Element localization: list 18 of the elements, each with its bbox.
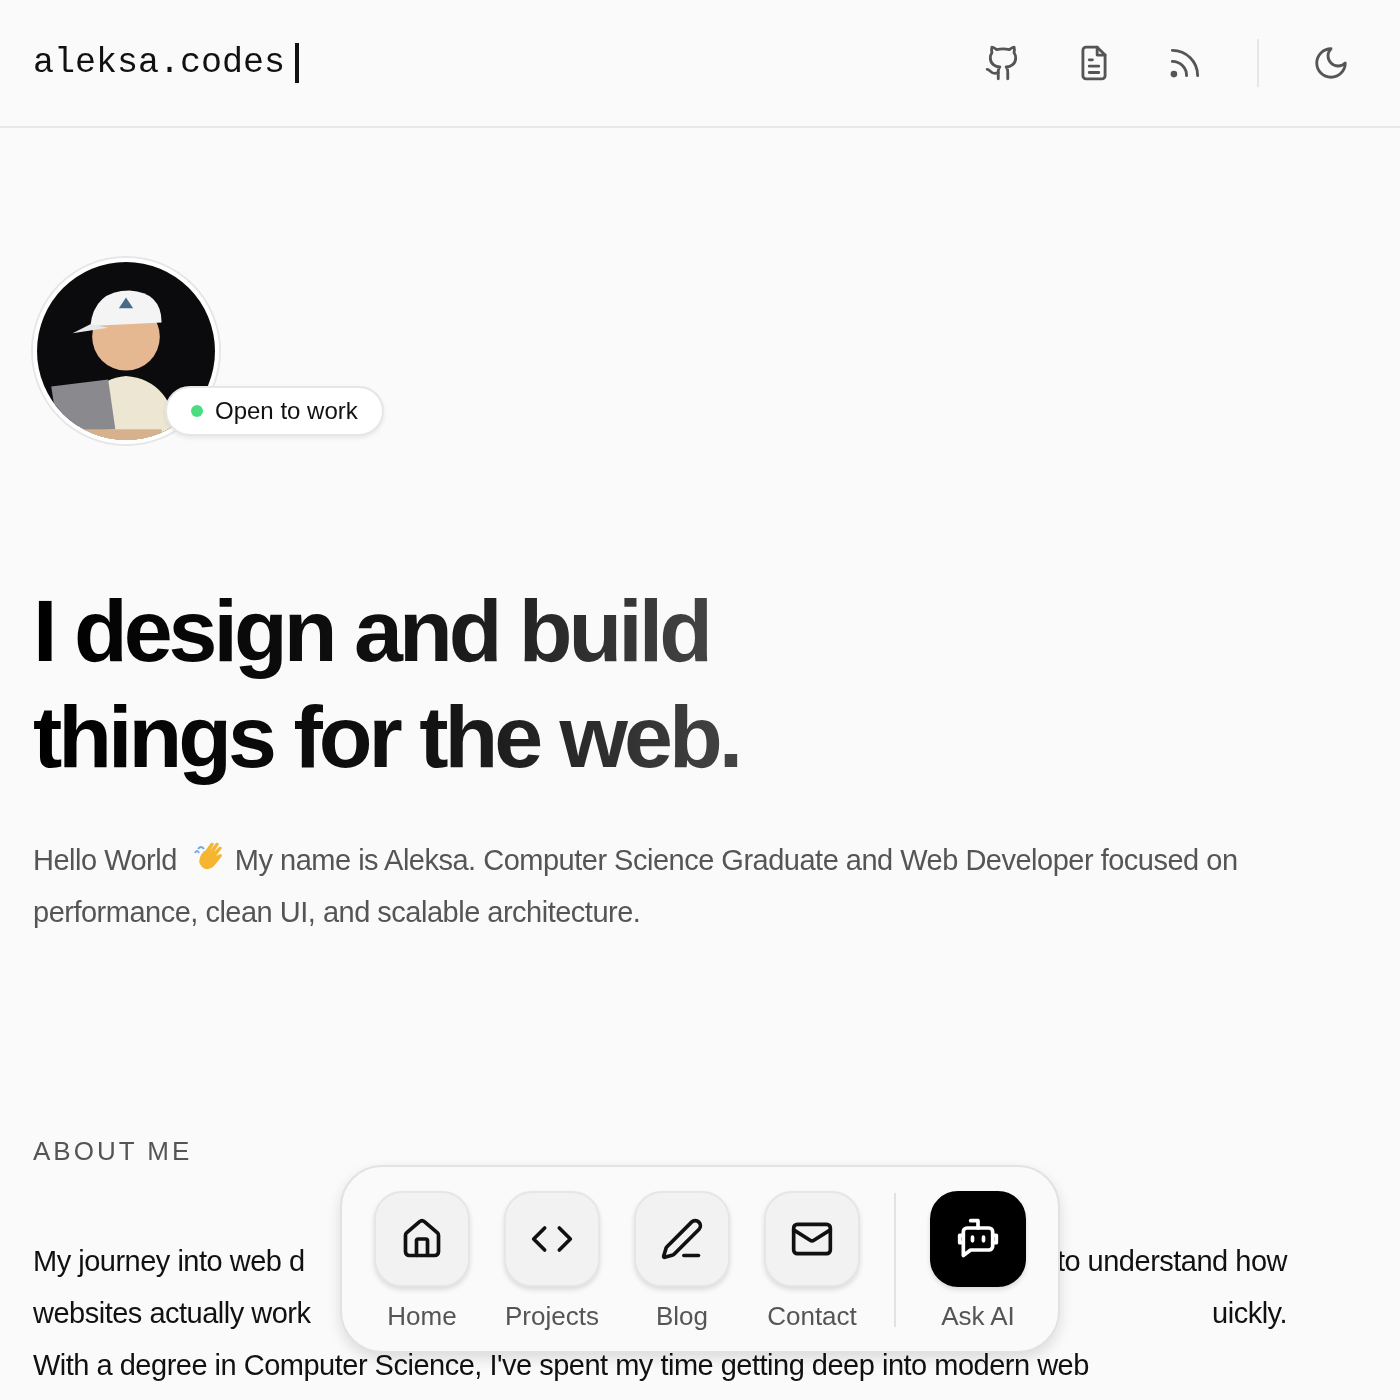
status-label: Open to work (215, 397, 358, 425)
hero-heading: I design and build things for the web. (33, 578, 1367, 790)
text-cursor (295, 43, 300, 83)
paragraph-text: With a degree in Computer Science, I've spent my time getting deep into modern web (33, 1348, 1090, 1383)
nav-button[interactable] (930, 1191, 1026, 1287)
pen-icon (660, 1217, 704, 1261)
paragraph-text: My journey into web d (33, 1244, 305, 1279)
paragraph-text: uickly. (1212, 1296, 1287, 1331)
nav-label[interactable]: Home (387, 1301, 457, 1332)
nav-label[interactable]: Blog (655, 1301, 708, 1332)
nav-label[interactable]: Projects (505, 1301, 599, 1332)
section-heading: ABOUT ME (33, 1136, 194, 1167)
site-logo[interactable]: aleksa.codes (33, 43, 286, 83)
paragraph-text: websites actually work (33, 1296, 311, 1331)
nav-label[interactable]: Ask AI (941, 1301, 1015, 1332)
intro-text: Hello World My name is Aleksa. Computer Science Graduate and Web Developer focused on performance, clean UI, and scalable architecture. (33, 834, 1363, 938)
moon-icon[interactable] (1312, 44, 1350, 82)
nav-label[interactable]: Contact (767, 1301, 857, 1332)
